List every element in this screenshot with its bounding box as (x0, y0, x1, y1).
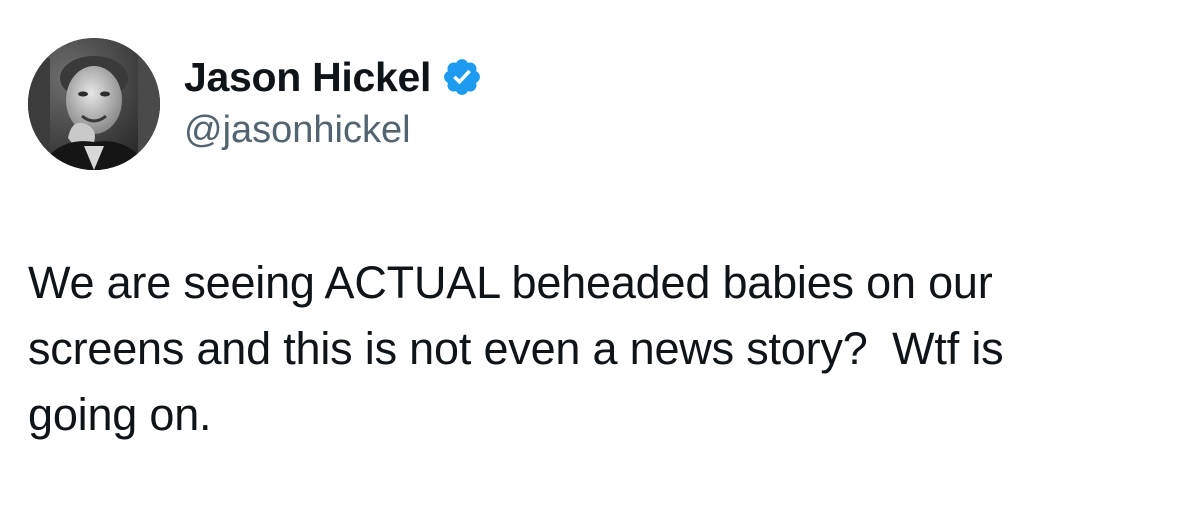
tweet-text-line: screens and this is not even a news stor… (28, 323, 1004, 374)
author-display-name[interactable]: Jason Hickel (184, 54, 431, 100)
author-name-row[interactable]: Jason Hickel (184, 54, 483, 100)
avatar-photo-icon (28, 38, 160, 170)
author-avatar[interactable] (28, 38, 160, 170)
tweet-text-line: going on. (28, 389, 212, 440)
verified-badge-icon[interactable] (441, 56, 483, 98)
tweet-text-line: We are seeing ACTUAL beheaded babies on … (28, 257, 993, 308)
tweet-card: Jason Hickel @jasonhickel We are seeing … (0, 0, 1179, 508)
tweet-text: We are seeing ACTUAL beheaded babies on … (28, 250, 1148, 448)
author-handle[interactable]: @jasonhickel (184, 108, 411, 152)
